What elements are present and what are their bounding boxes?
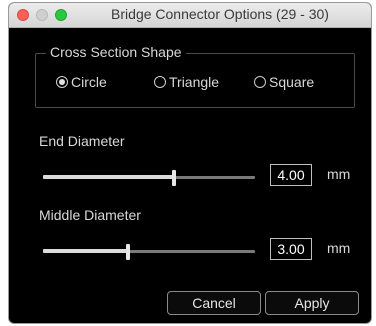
middle-diameter-unit: mm [327,240,351,256]
radio-circle-label: Circle [71,74,107,90]
cross-section-label: Cross Section Shape [46,44,186,60]
radio-circle[interactable]: Circle [56,74,107,90]
radio-square-label: Square [269,74,315,90]
cancel-button[interactable]: Cancel [167,291,261,315]
radio-circle-indicator [56,76,68,88]
dialog-window: Bridge Connector Options (29 - 30) Cross… [8,2,372,324]
minimize-window-button[interactable] [36,9,48,21]
middle-diameter-slider[interactable] [43,244,255,260]
end-diameter-slider-thumb[interactable] [172,170,176,186]
zoom-window-button[interactable] [55,9,67,21]
cross-section-group: Cross Section Shape Circle Triangle Squa… [35,44,355,108]
radio-triangle-indicator [154,76,166,88]
end-diameter-label: End Diameter [39,133,125,149]
end-diameter-unit: mm [327,166,351,182]
radio-triangle-label: Triangle [169,74,220,90]
radio-square[interactable]: Square [254,74,314,90]
end-diameter-slider[interactable] [43,170,255,186]
end-diameter-field[interactable]: 4.00 [270,164,312,186]
middle-diameter-field[interactable]: 3.00 [270,238,312,260]
radio-square-indicator [254,76,266,88]
middle-diameter-slider-fill [43,249,128,253]
close-window-button[interactable] [17,9,29,21]
middle-diameter-label: Middle Diameter [39,207,141,223]
radio-triangle[interactable]: Triangle [154,74,219,90]
window-title: Bridge Connector Options (29 - 30) [111,6,329,22]
title-bar: Bridge Connector Options (29 - 30) [9,3,371,28]
apply-button[interactable]: Apply [265,291,359,315]
middle-diameter-slider-thumb[interactable] [126,244,130,260]
end-diameter-slider-fill [43,175,174,179]
